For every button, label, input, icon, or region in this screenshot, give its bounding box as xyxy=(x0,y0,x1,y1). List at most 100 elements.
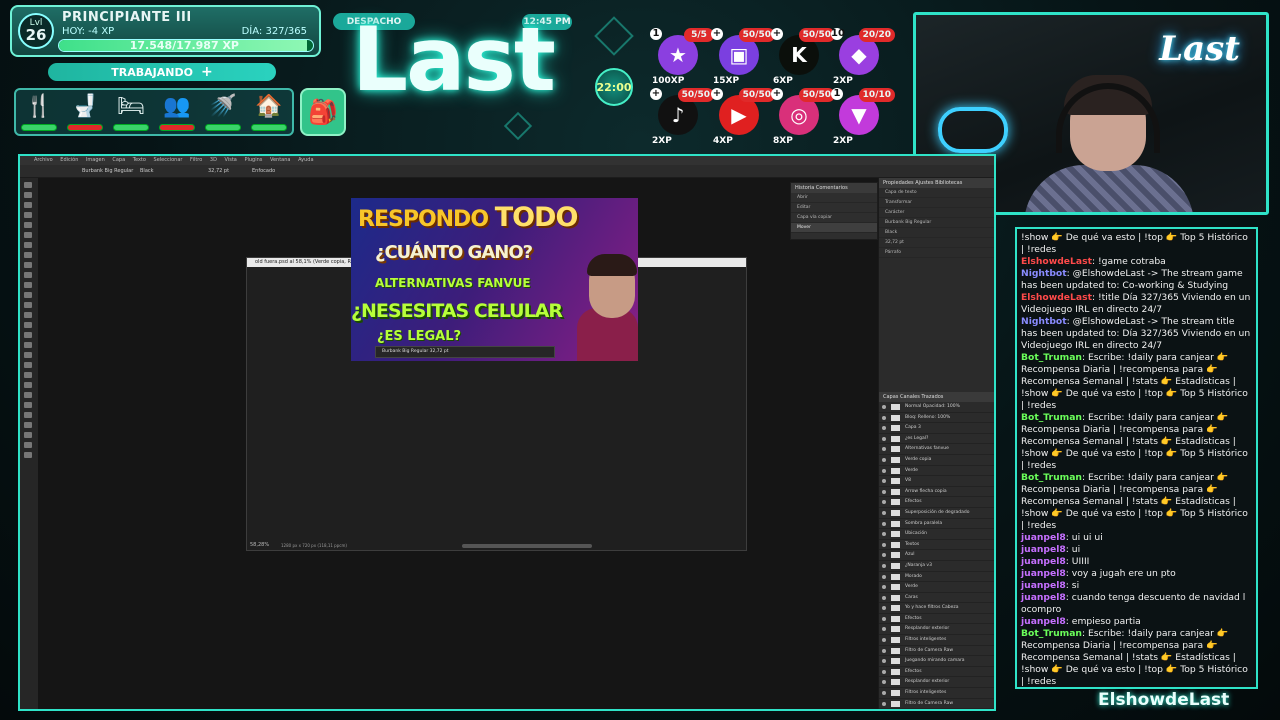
ps-history-item[interactable]: Editar xyxy=(791,203,877,213)
ps-properties-title[interactable]: Propiedades Ajustes Bibliotecas xyxy=(879,178,994,188)
ps-layer-row[interactable]: Arrow flecha copia xyxy=(879,487,994,498)
eye-icon[interactable] xyxy=(882,447,886,452)
ps-tool-icon[interactable] xyxy=(24,392,32,398)
chat-username[interactable]: juanpel8 xyxy=(1021,532,1066,543)
ps-layer-row[interactable]: Resplandor exterior xyxy=(879,624,994,636)
ps-layers-title[interactable]: Capas Canales Trazados xyxy=(879,392,994,402)
ps-tool-icon[interactable] xyxy=(24,362,32,368)
ps-layer-row[interactable]: Sombra paralela xyxy=(879,519,994,530)
ps-history-item[interactable]: Mover xyxy=(791,223,877,233)
chat-username[interactable]: juanpel8 xyxy=(1021,580,1066,591)
ps-property-row[interactable]: Burbank Big Regular xyxy=(879,218,994,228)
ps-layer-row[interactable]: Filtro de Camera Raw xyxy=(879,699,994,709)
chat-username[interactable]: ElshowdeLast xyxy=(1021,292,1092,303)
ps-layer-row[interactable]: Filtro de Camera Raw xyxy=(879,646,994,657)
ps-tool-icon[interactable] xyxy=(24,412,32,418)
ps-tool-icon[interactable] xyxy=(24,252,32,258)
ps-tool-icon[interactable] xyxy=(24,212,32,218)
ps-layer-row[interactable]: Alternativas fanvue xyxy=(879,444,994,455)
ps-tool-icon[interactable] xyxy=(24,232,32,238)
ps-layer-row[interactable]: Efectos xyxy=(879,614,994,625)
ps-property-row[interactable]: 32,72 pt xyxy=(879,238,994,248)
ps-history-item[interactable]: Abrir xyxy=(791,193,877,203)
chat-username[interactable]: Nightbot xyxy=(1021,268,1067,279)
eye-icon[interactable] xyxy=(882,457,886,462)
ps-scrollbar[interactable] xyxy=(462,544,592,548)
ps-tool-icon[interactable] xyxy=(24,282,32,288)
eye-icon[interactable] xyxy=(882,426,886,431)
ps-layer-row[interactable]: Caras xyxy=(879,593,994,604)
eye-icon[interactable] xyxy=(882,701,886,706)
eye-icon[interactable] xyxy=(882,627,886,632)
chat-username[interactable]: Bot_Truman xyxy=(1021,628,1082,639)
chat-username[interactable]: juanpel8 xyxy=(1021,556,1066,567)
eye-icon[interactable] xyxy=(882,405,886,409)
ps-tool-icon[interactable] xyxy=(24,352,32,358)
chat-username[interactable]: ElshowdeLast xyxy=(1021,256,1092,267)
ps-layer-row[interactable]: Efectos xyxy=(879,497,994,508)
chat-username[interactable]: Bot_Truman xyxy=(1021,412,1082,423)
ps-font-select[interactable]: Burbank Big Regular xyxy=(82,168,133,174)
ps-antialias-select[interactable]: Enfocado xyxy=(252,168,275,174)
chat-username[interactable]: juanpel8 xyxy=(1021,544,1066,555)
ps-tool-icon[interactable] xyxy=(24,422,32,428)
ps-property-row[interactable]: Carácter xyxy=(879,208,994,218)
eye-icon[interactable] xyxy=(882,521,886,526)
ps-layer-row[interactable]: Verde xyxy=(879,582,994,593)
ps-menu[interactable]: Archivo Edición Imagen Capa Texto Selecc… xyxy=(34,157,314,163)
ps-tool-icon[interactable] xyxy=(24,432,32,438)
eye-icon[interactable] xyxy=(882,436,886,441)
ps-tool-icon[interactable] xyxy=(24,262,32,268)
ps-style-select[interactable]: Black xyxy=(140,168,154,174)
ps-layer-row[interactable]: Normal Opacidad: 100% xyxy=(879,402,994,413)
ps-tool-icon[interactable] xyxy=(24,402,32,408)
ps-tool-icon[interactable] xyxy=(24,222,32,228)
eye-icon[interactable] xyxy=(882,532,886,537)
ps-layer-row[interactable]: Yo y hace filtros Cabeza xyxy=(879,603,994,614)
ps-zoom-level[interactable]: 58,28% xyxy=(250,542,269,548)
chat-username[interactable]: juanpel8 xyxy=(1021,616,1066,627)
ps-layer-row[interactable]: Verde copia xyxy=(879,455,994,466)
ps-contextual-taskbar[interactable]: Burbank Big Regular 32,72 pt xyxy=(375,346,555,358)
eye-icon[interactable] xyxy=(882,659,886,664)
ps-property-row[interactable]: Transformar xyxy=(879,198,994,208)
ps-property-row[interactable]: Capa de texto xyxy=(879,188,994,198)
eye-icon[interactable] xyxy=(882,553,886,558)
ps-tool-icon[interactable] xyxy=(24,272,32,278)
ps-layer-row[interactable]: Azul xyxy=(879,550,994,561)
ps-property-row[interactable]: Black xyxy=(879,228,994,238)
ps-tool-icon[interactable] xyxy=(24,302,32,308)
eye-icon[interactable] xyxy=(882,595,886,600)
ps-size-select[interactable]: 32,72 pt xyxy=(208,168,229,174)
ps-tool-icon[interactable] xyxy=(24,382,32,388)
eye-icon[interactable] xyxy=(882,648,886,653)
ps-tool-icon[interactable] xyxy=(24,242,32,248)
eye-icon[interactable] xyxy=(882,574,886,579)
ps-tool-icon[interactable] xyxy=(24,182,32,188)
ps-layer-row[interactable]: Juegando mirando camara xyxy=(879,656,994,667)
ps-layer-row[interactable]: ¿Naranja v3 xyxy=(879,561,994,572)
eye-icon[interactable] xyxy=(882,468,886,473)
ps-layer-row[interactable]: Morado xyxy=(879,572,994,583)
ps-tool-icon[interactable] xyxy=(24,372,32,378)
ps-layer-row[interactable]: ¿es Legal? xyxy=(879,434,994,445)
ps-history-title[interactable]: Historia Comentarios xyxy=(791,183,877,193)
ps-layer-row[interactable]: ¿Qué es esto? xyxy=(879,709,996,711)
eye-icon[interactable] xyxy=(882,510,886,515)
thumbnail-canvas[interactable]: RESPONDO TODO ¿CUÁNTO GANO? ALTERNATIVAS… xyxy=(351,198,638,361)
ps-tool-icon[interactable] xyxy=(24,342,32,348)
eye-icon[interactable] xyxy=(882,415,886,420)
ps-layer-row[interactable]: Ubicación xyxy=(879,529,994,540)
eye-icon[interactable] xyxy=(882,638,886,643)
ps-layer-row[interactable]: Superposición de degradado xyxy=(879,508,994,519)
ps-property-row[interactable]: Párrafo xyxy=(879,248,994,258)
ps-tool-icon[interactable] xyxy=(24,442,32,448)
ps-layer-row[interactable]: Textos xyxy=(879,540,994,551)
eye-icon[interactable] xyxy=(882,691,886,696)
ps-layer-row[interactable]: V8 xyxy=(879,476,994,487)
eye-icon[interactable] xyxy=(882,500,886,505)
ps-tool-icon[interactable] xyxy=(24,192,32,198)
ps-tool-icon[interactable] xyxy=(24,202,32,208)
ps-layer-row[interactable]: Capa 3 xyxy=(879,423,994,434)
ps-tool-icon[interactable] xyxy=(24,452,32,458)
